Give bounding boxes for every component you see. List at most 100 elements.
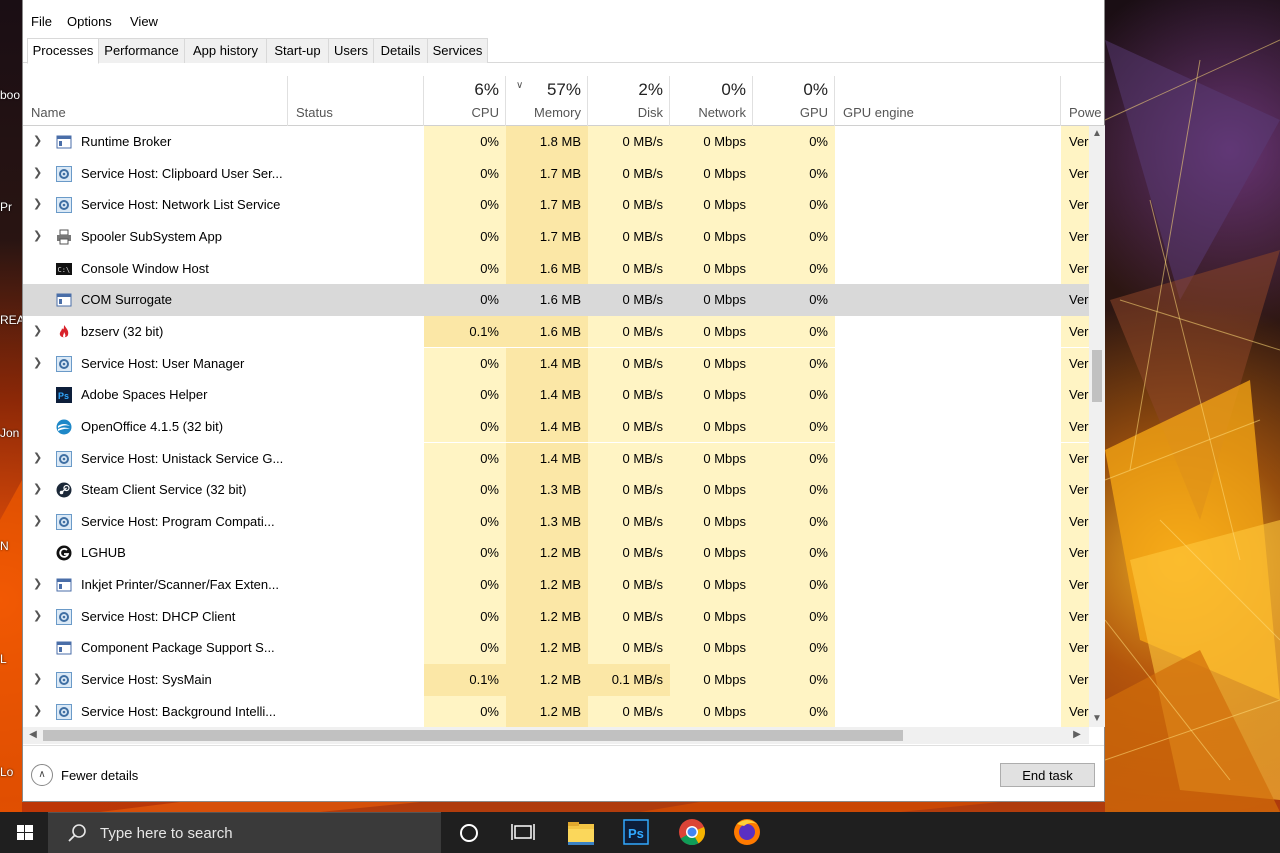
col-gpu-engine[interactable]: GPU engine bbox=[835, 76, 1061, 126]
expand-chevron-icon[interactable]: ❯ bbox=[33, 221, 42, 252]
horizontal-scrollbar[interactable]: ◀ ▶ bbox=[23, 727, 1089, 744]
expand-chevron-icon[interactable]: ❯ bbox=[33, 569, 42, 600]
col-name[interactable]: Name bbox=[23, 76, 288, 126]
start-button[interactable] bbox=[0, 812, 48, 853]
table-row[interactable]: ❯ Service Host: Unistack Service G... 0% 1.… bbox=[23, 442, 1089, 475]
cpu-value: 0.1% bbox=[424, 664, 506, 696]
table-row[interactable]: COM Surrogate 0% 1.6 MB 0 MB/s 0 Mbps 0% Ver bbox=[23, 284, 1089, 316]
taskbar-search-box[interactable]: Type here to search bbox=[48, 812, 441, 853]
table-row[interactable]: ❯ Service Host: User Manager 0% 1.4 MB 0 MB/… bbox=[23, 347, 1089, 380]
cpu-value: 0% bbox=[424, 157, 506, 190]
expand-chevron-icon[interactable]: ❯ bbox=[33, 348, 42, 379]
table-row[interactable]: OpenOffice 4.1.5 (32 bit) 0% 1.4 MB 0 MB/s 0… bbox=[23, 410, 1089, 443]
table-row[interactable]: ❯ Service Host: Clipboard User Ser... 0% 1.… bbox=[23, 157, 1089, 190]
col-network[interactable]: 0% Network bbox=[670, 76, 753, 126]
table-row[interactable]: ❯ Service Host: Program Compati... 0% 1.3 M… bbox=[23, 505, 1089, 538]
desktop-label[interactable]: Lo bbox=[0, 765, 22, 779]
vertical-scroll-thumb[interactable] bbox=[1092, 350, 1102, 402]
tab-users[interactable]: Users bbox=[329, 38, 374, 63]
cpu-value: 0% bbox=[424, 410, 506, 443]
gpu-total: 0% bbox=[803, 80, 828, 99]
end-task-button[interactable]: End task bbox=[1000, 763, 1095, 787]
expand-chevron-icon[interactable]: ❯ bbox=[33, 189, 42, 220]
cpu-value: 0% bbox=[424, 695, 506, 727]
menu-options[interactable]: Options bbox=[67, 14, 112, 29]
svg-text:Ps: Ps bbox=[58, 391, 69, 401]
expand-chevron-icon[interactable]: ❯ bbox=[33, 158, 42, 189]
table-row[interactable]: ❯ Spooler SubSystem App 0% 1.7 MB 0 MB/s 0 Mb… bbox=[23, 220, 1089, 253]
firefox-icon[interactable] bbox=[720, 812, 774, 853]
expand-chevron-icon[interactable]: ❯ bbox=[33, 506, 42, 537]
expand-chevron-icon[interactable]: ❯ bbox=[33, 601, 42, 632]
fewer-details-toggle[interactable]: ∧ Fewer details bbox=[31, 764, 138, 786]
table-row[interactable]: ❯ Service Host: Background Intelli... 0% 1.… bbox=[23, 695, 1089, 727]
scroll-right-arrow-icon[interactable]: ▶ bbox=[1069, 727, 1085, 743]
table-row[interactable]: ❯ Steam Client Service (32 bit) 0% 1.3 MB 0 … bbox=[23, 474, 1089, 506]
tab-app-history[interactable]: App history bbox=[185, 38, 267, 63]
table-row[interactable]: ❯ Service Host: Network List Service 0% 1.7… bbox=[23, 189, 1089, 221]
tab-services[interactable]: Services bbox=[428, 38, 488, 63]
tab-startup[interactable]: Start-up bbox=[267, 38, 329, 63]
desktop-label[interactable]: REA bbox=[0, 313, 22, 327]
col-disk[interactable]: 2% Disk bbox=[588, 76, 670, 126]
tab-processes[interactable]: Processes bbox=[27, 38, 99, 64]
col-memory[interactable]: ∨ 57% Memory bbox=[506, 76, 588, 126]
table-row[interactable]: ❯ Service Host: DHCP Client 0% 1.2 MB 0 MB/s… bbox=[23, 600, 1089, 633]
gpu-value: 0% bbox=[753, 126, 835, 158]
cortana-icon[interactable] bbox=[442, 812, 496, 853]
desktop-label[interactable]: N bbox=[0, 539, 22, 553]
expand-chevron-icon[interactable]: ❯ bbox=[33, 474, 42, 505]
gpu-value: 0% bbox=[753, 189, 835, 221]
table-row[interactable]: ❯ Service Host: SysMain 0.1% 1.2 MB 0.1 MB/s… bbox=[23, 664, 1089, 696]
desktop-label[interactable]: Pr bbox=[0, 200, 22, 214]
cpu-value: 0% bbox=[424, 632, 506, 664]
table-row[interactable]: Ps Adobe Spaces Helper 0% 1.4 MB 0 MB/s 0 Mbp… bbox=[23, 379, 1089, 411]
table-row[interactable]: ❯ Inkjet Printer/Scanner/Fax Exten... 0% 1.… bbox=[23, 569, 1089, 601]
expand-chevron-icon[interactable]: ❯ bbox=[33, 664, 42, 695]
disk-value: 0 MB/s bbox=[588, 315, 670, 348]
table-row[interactable]: ❯ bzserv (32 bit) 0.1% 1.6 MB 0 MB/s 0 Mbps 0%… bbox=[23, 315, 1089, 348]
file-explorer-icon[interactable] bbox=[554, 812, 608, 853]
horizontal-scroll-thumb[interactable] bbox=[43, 730, 903, 741]
task-view-icon[interactable] bbox=[496, 812, 550, 853]
expand-chevron-icon[interactable]: ❯ bbox=[33, 126, 42, 157]
col-power[interactable]: Powe bbox=[1061, 76, 1105, 126]
desktop-label[interactable]: Jon bbox=[0, 426, 22, 440]
expand-chevron-icon[interactable]: ❯ bbox=[33, 316, 42, 347]
disk-value: 0 MB/s bbox=[588, 569, 670, 601]
desktop-label[interactable]: boo bbox=[0, 88, 22, 102]
tab-details[interactable]: Details bbox=[374, 38, 428, 63]
network-value: 0 Mbps bbox=[670, 379, 753, 411]
process-name: bzserv (32 bit) bbox=[81, 323, 164, 339]
expand-chevron-icon[interactable]: ❯ bbox=[33, 696, 42, 727]
col-status[interactable]: Status bbox=[288, 76, 424, 126]
table-row[interactable]: C:\ Console Window Host 0% 1.6 MB 0 MB/s 0 Mb… bbox=[23, 252, 1089, 285]
desktop-label[interactable]: L bbox=[0, 652, 22, 666]
table-row[interactable]: ❯ Runtime Broker 0% 1.8 MB 0 MB/s 0 Mbps 0% Ver bbox=[23, 126, 1089, 158]
memory-value: 1.7 MB bbox=[506, 157, 588, 190]
gpu-value: 0% bbox=[753, 379, 835, 411]
search-placeholder: Type here to search bbox=[100, 825, 233, 842]
scroll-up-arrow-icon[interactable]: ▲ bbox=[1089, 126, 1105, 142]
col-cpu[interactable]: 6% CPU bbox=[424, 76, 506, 126]
vertical-scrollbar[interactable]: ▲ ▼ bbox=[1089, 126, 1105, 727]
flame-icon bbox=[56, 324, 72, 340]
disk-value: 0 MB/s bbox=[588, 442, 670, 475]
photoshop-icon[interactable]: Ps bbox=[610, 812, 664, 853]
menu-file[interactable]: File bbox=[31, 14, 52, 29]
gpu-value: 0% bbox=[753, 347, 835, 380]
tab-performance[interactable]: Performance bbox=[99, 38, 185, 63]
chrome-icon[interactable] bbox=[665, 812, 719, 853]
gpu-value: 0% bbox=[753, 474, 835, 506]
power-usage-value: Ver bbox=[1061, 126, 1089, 158]
col-gpu[interactable]: 0% GPU bbox=[753, 76, 835, 126]
scroll-left-arrow-icon[interactable]: ◀ bbox=[25, 727, 41, 743]
menu-view[interactable]: View bbox=[130, 14, 158, 29]
table-row[interactable]: Component Package Support S... 0% 1.2 MB 0 … bbox=[23, 632, 1089, 664]
svg-text:C:\: C:\ bbox=[58, 266, 71, 274]
gear-icon bbox=[56, 703, 72, 720]
scroll-down-arrow-icon[interactable]: ▼ bbox=[1089, 711, 1105, 727]
expand-chevron-icon[interactable]: ❯ bbox=[33, 443, 42, 474]
table-row[interactable]: LGHUB 0% 1.2 MB 0 MB/s 0 Mbps 0% Ver bbox=[23, 537, 1089, 570]
process-name: COM Surrogate bbox=[81, 292, 173, 308]
